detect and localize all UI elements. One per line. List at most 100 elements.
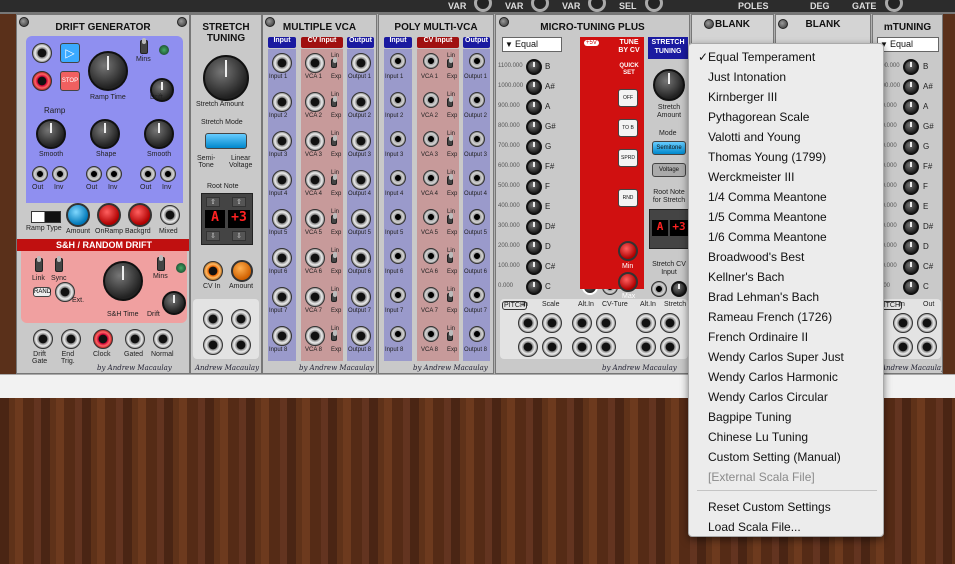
menu-item[interactable]: 1/6 Comma Meantone <box>689 227 885 247</box>
tuning-dropdown[interactable]: ▼ Equal <box>877 37 939 52</box>
note-tune-knob[interactable] <box>526 259 542 275</box>
note-tune-knob[interactable] <box>903 179 919 195</box>
offset-up-button[interactable]: ⇧ <box>232 197 246 207</box>
end-trig-jack[interactable] <box>61 329 81 349</box>
vca-input-jack[interactable] <box>390 92 406 108</box>
vca-input-jack[interactable] <box>272 287 292 307</box>
note-tune-knob[interactable] <box>526 59 542 75</box>
offset-down-button[interactable]: ⇩ <box>232 231 246 241</box>
vca-cv-jack[interactable] <box>305 131 325 151</box>
lin-exp-switch[interactable] <box>331 213 337 224</box>
vca-cv-jack[interactable] <box>305 248 325 268</box>
vca-input-jack[interactable] <box>272 170 292 190</box>
lin-exp-switch[interactable] <box>331 330 337 341</box>
menu-item[interactable]: 1/4 Comma Meantone <box>689 187 885 207</box>
note-tune-knob[interactable] <box>903 239 919 255</box>
io-jack[interactable] <box>660 337 680 357</box>
vca-output-jack[interactable] <box>351 170 371 190</box>
io-jack[interactable] <box>660 313 680 333</box>
vca-input-jack[interactable] <box>390 170 406 186</box>
amount-knob[interactable] <box>231 260 253 282</box>
max-knob[interactable] <box>618 272 638 292</box>
stretch-cv-knob[interactable] <box>671 281 687 297</box>
menu-item[interactable]: Just Intonation <box>689 67 885 87</box>
inv-jack[interactable] <box>52 166 68 182</box>
menu-item[interactable]: Kellner's Bach <box>689 267 885 287</box>
vca-output-jack[interactable] <box>469 170 485 186</box>
menu-item[interactable]: Werckmeister III <box>689 167 885 187</box>
inv-jack[interactable] <box>106 166 122 182</box>
voltage-button[interactable]: Voltage <box>652 163 686 177</box>
sh-time-knob[interactable] <box>103 261 143 301</box>
inv-jack[interactable] <box>160 166 176 182</box>
note-tune-knob[interactable] <box>903 279 919 295</box>
vca-input-jack[interactable] <box>390 326 406 342</box>
vca-cv-jack[interactable] <box>423 248 439 264</box>
note-tune-knob[interactable] <box>903 119 919 135</box>
drift-knob[interactable] <box>162 291 186 315</box>
lin-exp-switch[interactable] <box>447 291 453 302</box>
vca-cv-jack[interactable] <box>305 209 325 229</box>
io-jack[interactable] <box>636 337 656 357</box>
menu-item[interactable]: Thomas Young (1799) <box>689 147 885 167</box>
onramp-knob[interactable] <box>97 203 121 227</box>
smooth-left-knob[interactable] <box>36 119 66 149</box>
quick-set-button[interactable]: SPRD <box>618 149 638 167</box>
note-tune-knob[interactable] <box>526 79 542 95</box>
shape-knob[interactable] <box>90 119 120 149</box>
vca-output-jack[interactable] <box>351 209 371 229</box>
out-jack[interactable] <box>86 166 102 182</box>
stretch-cv-jack[interactable] <box>651 281 667 297</box>
note-tune-knob[interactable] <box>526 119 542 135</box>
min-knob[interactable] <box>618 241 638 261</box>
top-jack[interactable] <box>531 0 549 12</box>
menu-item[interactable]: Brad Lehman's Bach <box>689 287 885 307</box>
quick-set-button[interactable]: OFF <box>618 89 638 107</box>
lin-exp-switch[interactable] <box>331 174 337 185</box>
io-jack[interactable] <box>636 313 656 333</box>
vca-output-jack[interactable] <box>351 248 371 268</box>
semitone-button[interactable]: Semitone <box>652 141 686 155</box>
note-tune-knob[interactable] <box>526 279 542 295</box>
menu-item[interactable]: Wendy Carlos Circular <box>689 387 885 407</box>
vca-input-jack[interactable] <box>272 209 292 229</box>
vca-output-jack[interactable] <box>351 326 371 346</box>
note-tune-knob[interactable] <box>526 179 542 195</box>
lin-exp-switch[interactable] <box>447 174 453 185</box>
top-jack[interactable] <box>474 0 492 12</box>
mixed-jack[interactable] <box>160 205 180 225</box>
menu-item[interactable]: Pythagorean Scale <box>689 107 885 127</box>
vca-output-jack[interactable] <box>351 53 371 73</box>
note-tune-knob[interactable] <box>526 99 542 115</box>
vca-input-jack[interactable] <box>272 248 292 268</box>
drift-gate-jack[interactable] <box>33 329 53 349</box>
poly-out-jack[interactable] <box>917 337 937 357</box>
menu-item[interactable]: Bagpipe Tuning <box>689 407 885 427</box>
io-jack[interactable] <box>572 313 592 333</box>
vca-cv-jack[interactable] <box>423 326 439 342</box>
note-tune-knob[interactable] <box>903 259 919 275</box>
smooth-right-knob[interactable] <box>144 119 174 149</box>
note-tune-knob[interactable] <box>526 199 542 215</box>
stop-input-jack[interactable] <box>32 71 52 91</box>
top-jack[interactable] <box>645 0 663 12</box>
menu-item[interactable]: Load Scala File... <box>689 517 885 537</box>
note-tune-knob[interactable] <box>903 219 919 235</box>
note-tune-knob[interactable] <box>526 159 542 175</box>
io-jack[interactable] <box>596 313 616 333</box>
backgrd-knob[interactable] <box>128 203 152 227</box>
link-switch[interactable] <box>35 256 43 272</box>
out-jack[interactable] <box>32 166 48 182</box>
note-tune-knob[interactable] <box>903 79 919 95</box>
vca-cv-jack[interactable] <box>423 131 439 147</box>
lin-exp-switch[interactable] <box>447 135 453 146</box>
io-jack[interactable] <box>596 337 616 357</box>
vca-output-jack[interactable] <box>469 53 485 69</box>
vca-cv-jack[interactable] <box>423 92 439 108</box>
vca-output-jack[interactable] <box>469 131 485 147</box>
stretch-amount-knob[interactable] <box>653 69 685 101</box>
vca-cv-jack[interactable] <box>305 287 325 307</box>
vca-input-jack[interactable] <box>272 92 292 112</box>
vca-cv-jack[interactable] <box>423 53 439 69</box>
vca-output-jack[interactable] <box>469 248 485 264</box>
